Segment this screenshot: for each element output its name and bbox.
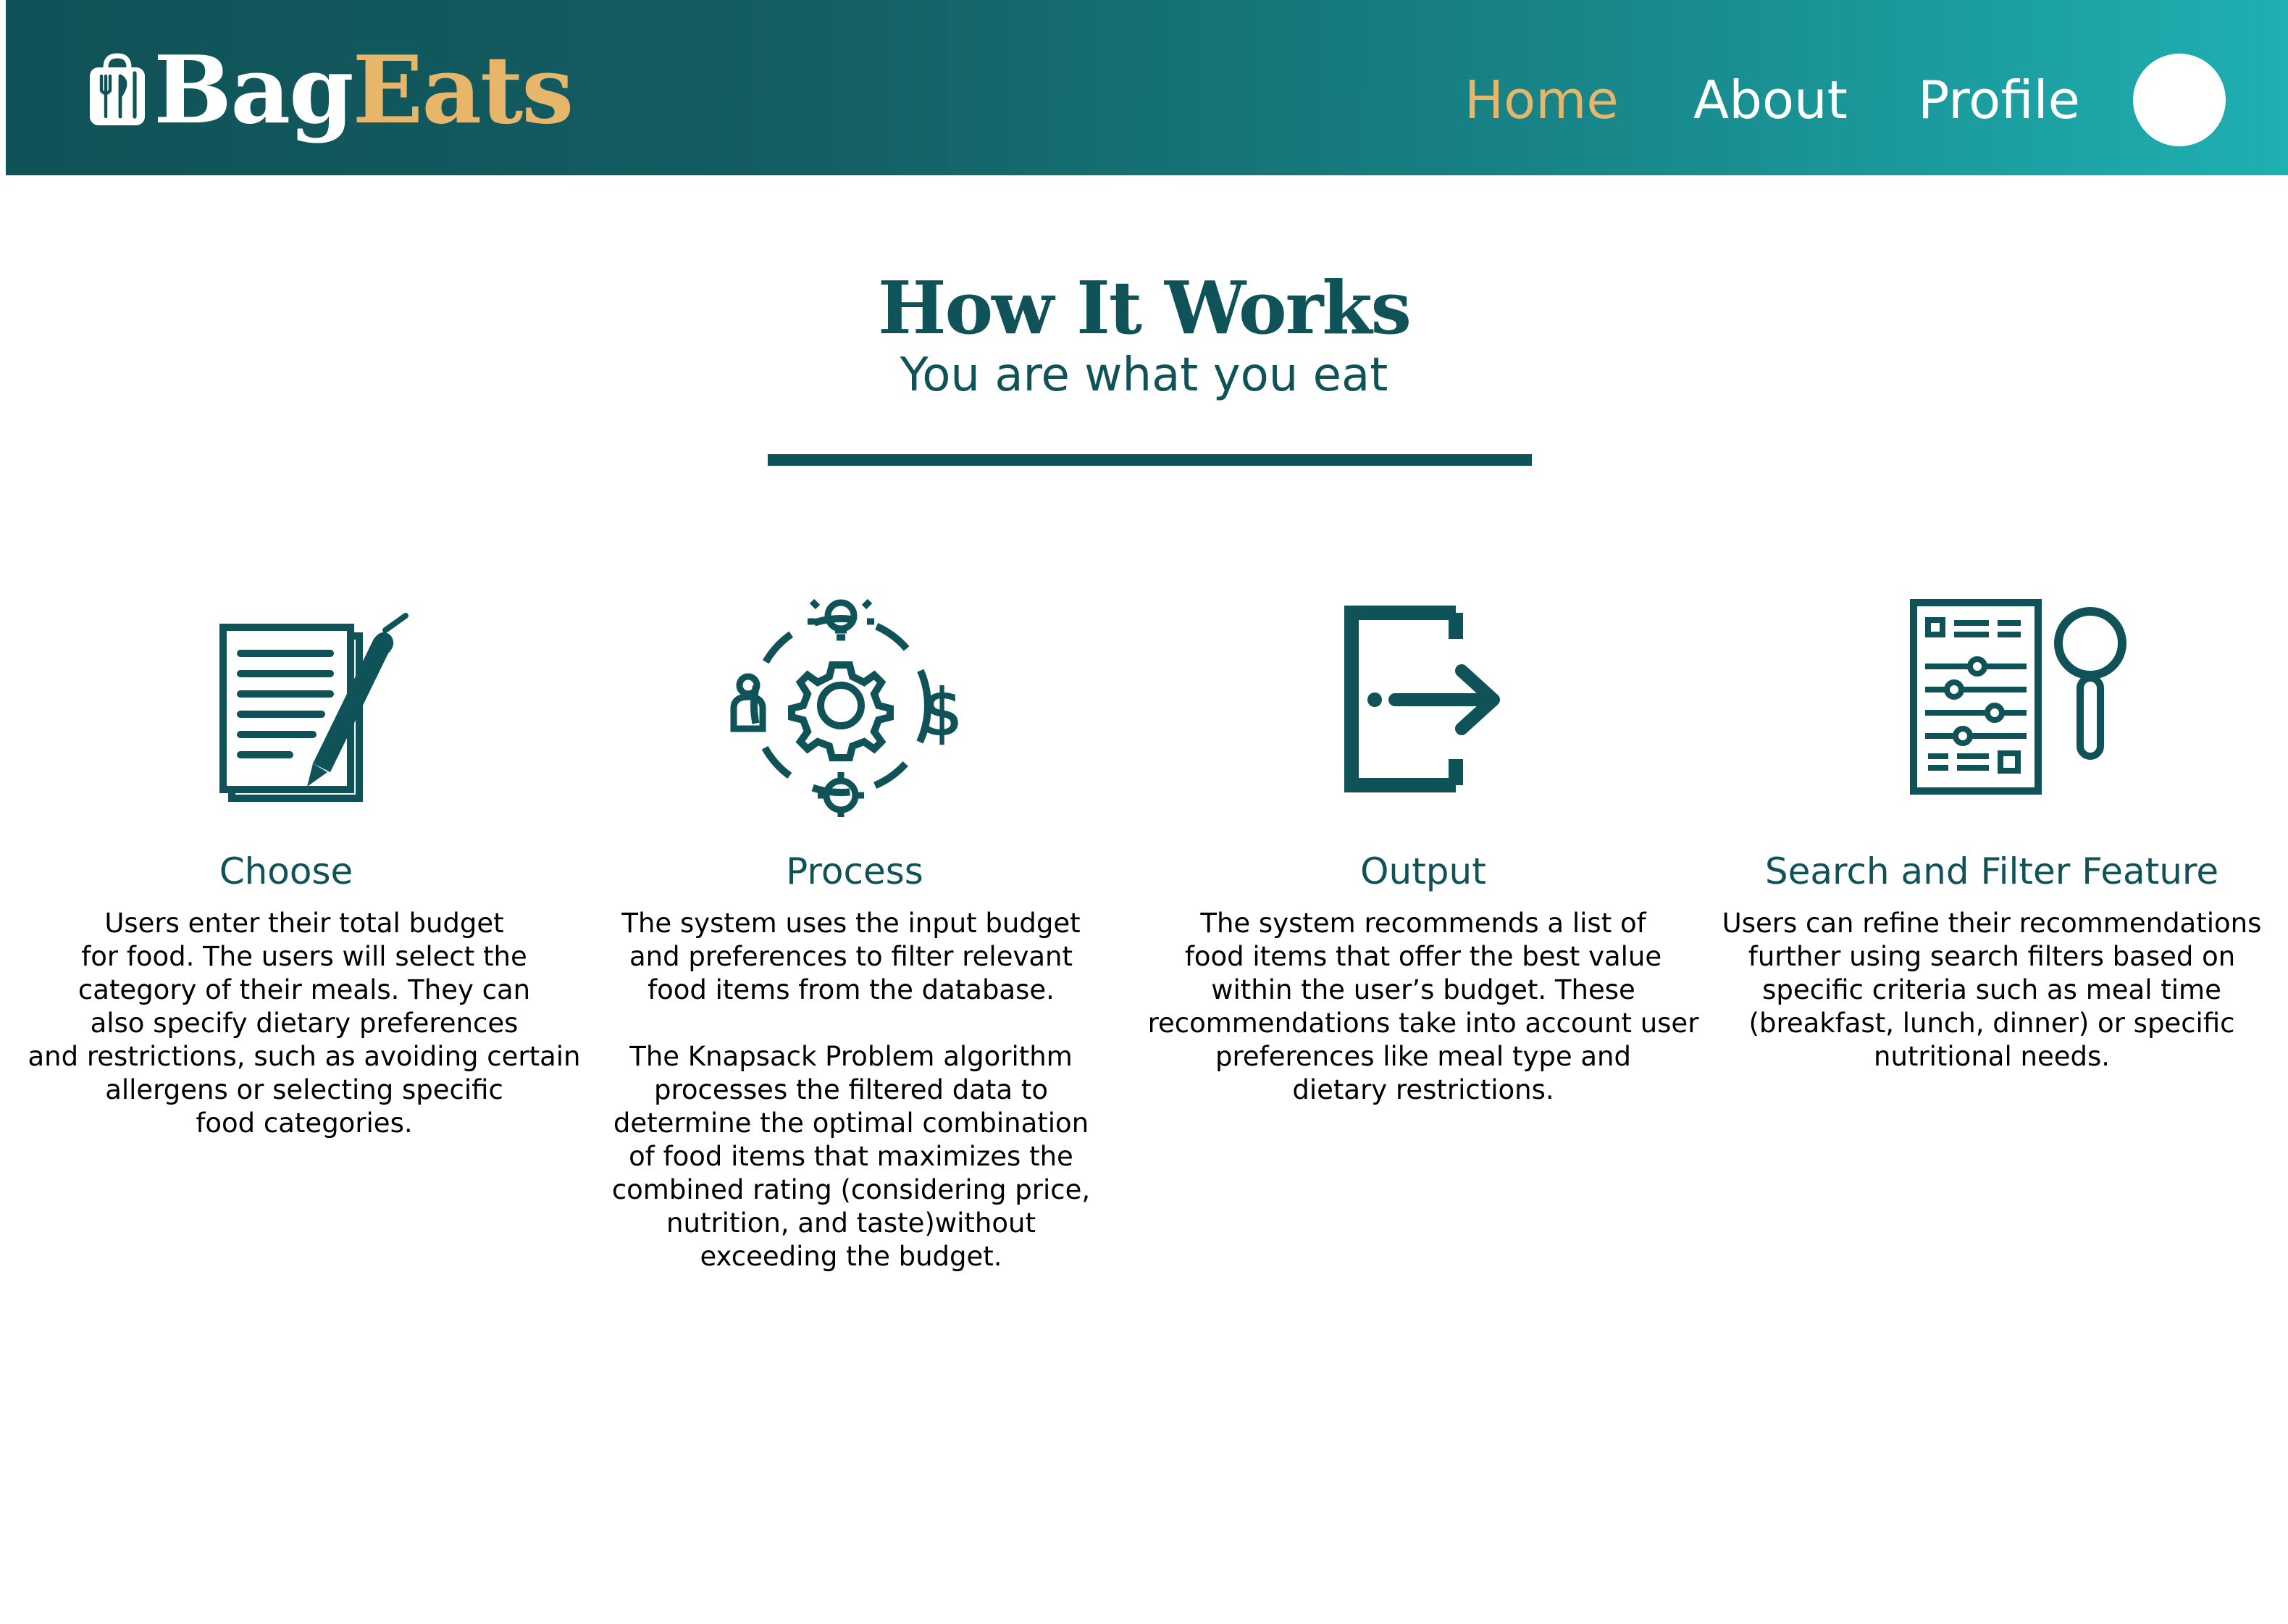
feature-title-process: Process <box>786 850 923 892</box>
feature-title-output: Output <box>1360 850 1486 892</box>
nav-profile-link[interactable]: Profile <box>1918 64 2080 136</box>
page-title: How It Works <box>878 265 1412 351</box>
page: BagEats Home About Profile How It Works … <box>0 0 2288 1624</box>
avatar[interactable] <box>2133 54 2226 146</box>
brand-name-part2: Eats <box>352 36 574 145</box>
shopping-bag-utensils-icon <box>90 53 145 125</box>
exit-arrow-icon <box>1344 606 1500 792</box>
feature-title-choose: Choose <box>219 850 353 892</box>
page-subtitle: You are what you eat <box>900 348 1388 402</box>
svg-text:$: $ <box>922 675 963 750</box>
gear-process-icon: $ <box>730 598 963 817</box>
document-pen-icon <box>219 613 408 802</box>
feature-description-choose: Users enter their total budget for food.… <box>28 908 581 1139</box>
brand-name-part1: Bag <box>154 36 354 145</box>
brand-name: BagEats <box>154 44 574 137</box>
filter-search-icon <box>1910 599 2126 795</box>
brand-logo[interactable]: BagEats <box>85 44 574 137</box>
feature-description-process: The system uses the input budget and pre… <box>611 908 1091 1272</box>
title-divider <box>768 454 1532 466</box>
feature-description-search-filter: Users can refine their recommendations f… <box>1722 908 2262 1072</box>
navbar: BagEats Home About Profile <box>6 0 2288 175</box>
nav-home-link[interactable]: Home <box>1464 64 1619 136</box>
feature-description-output: The system recommends a list of food ite… <box>1147 908 1699 1105</box>
feature-title-search-filter: Search and Filter Feature <box>1764 850 2219 892</box>
nav-about-link[interactable]: About <box>1693 64 1848 136</box>
